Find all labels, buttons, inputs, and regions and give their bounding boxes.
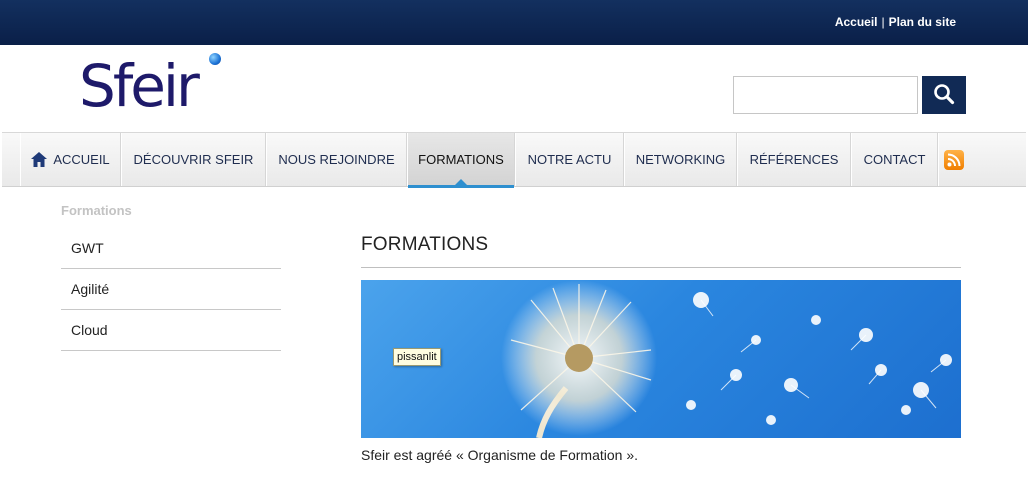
sfeir-logo[interactable]: Sfeir <box>79 57 200 115</box>
page-title: FORMATIONS <box>361 234 489 255</box>
search-icon <box>933 83 955 108</box>
home-link[interactable]: Accueil <box>835 15 878 29</box>
nav-item-label: NETWORKING <box>635 152 726 167</box>
nav-item-label: CONTACT <box>863 152 926 167</box>
content-caption: Sfeir est agréé « Organisme de Formation… <box>361 447 639 463</box>
nav-item-label: RÉFÉRENCES <box>749 152 839 167</box>
logo-dot-icon <box>209 53 221 65</box>
rss-icon <box>943 149 964 170</box>
nav-item-accueil[interactable]: ACCUEIL <box>20 133 121 186</box>
main-nav: ACCUEIL DÉCOUVRIR SFEIR NOUS REJOINDRE F… <box>2 132 1026 188</box>
nav-item-rejoindre[interactable]: NOUS REJOINDRE <box>266 133 407 186</box>
sidebar-item-agilite[interactable]: Agilité <box>61 269 281 310</box>
sidebar-item-cloud[interactable]: Cloud <box>61 310 281 351</box>
sidebar-title: Formations <box>61 203 132 218</box>
sitemap-link[interactable]: Plan du site <box>889 15 956 29</box>
top-links: Accueil | Plan du site <box>835 15 956 29</box>
nav-item-label: FORMATIONS <box>418 152 504 167</box>
sidebar-menu: GWT Agilité Cloud <box>61 228 281 351</box>
nav-item-rss[interactable] <box>938 133 968 186</box>
nav-item-label: NOTRE ACTU <box>527 152 612 167</box>
sidebar-item-gwt[interactable]: GWT <box>61 228 281 269</box>
search-input[interactable] <box>733 76 918 114</box>
title-divider <box>361 267 961 268</box>
nav-item-actu[interactable]: NOTRE ACTU <box>515 133 624 186</box>
nav-item-contact[interactable]: CONTACT <box>851 133 938 186</box>
home-icon <box>31 152 48 167</box>
search-button[interactable] <box>922 76 966 114</box>
nav-item-references[interactable]: RÉFÉRENCES <box>737 133 851 186</box>
nav-item-label: NOUS REJOINDRE <box>278 152 395 167</box>
dandelion-banner-image <box>361 280 961 438</box>
header: Sfeir <box>0 45 1028 132</box>
nav-item-label: ACCUEIL <box>53 152 110 167</box>
top-bar: Accueil | Plan du site <box>0 0 1028 45</box>
nav-item-decouvrir[interactable]: DÉCOUVRIR SFEIR <box>121 133 266 186</box>
nav-item-networking[interactable]: NETWORKING <box>624 133 737 186</box>
image-tooltip: pissanlit <box>393 348 441 366</box>
nav-item-formations[interactable]: FORMATIONS <box>407 133 515 188</box>
link-separator: | <box>881 15 885 29</box>
nav-item-label: DÉCOUVRIR SFEIR <box>133 152 254 167</box>
